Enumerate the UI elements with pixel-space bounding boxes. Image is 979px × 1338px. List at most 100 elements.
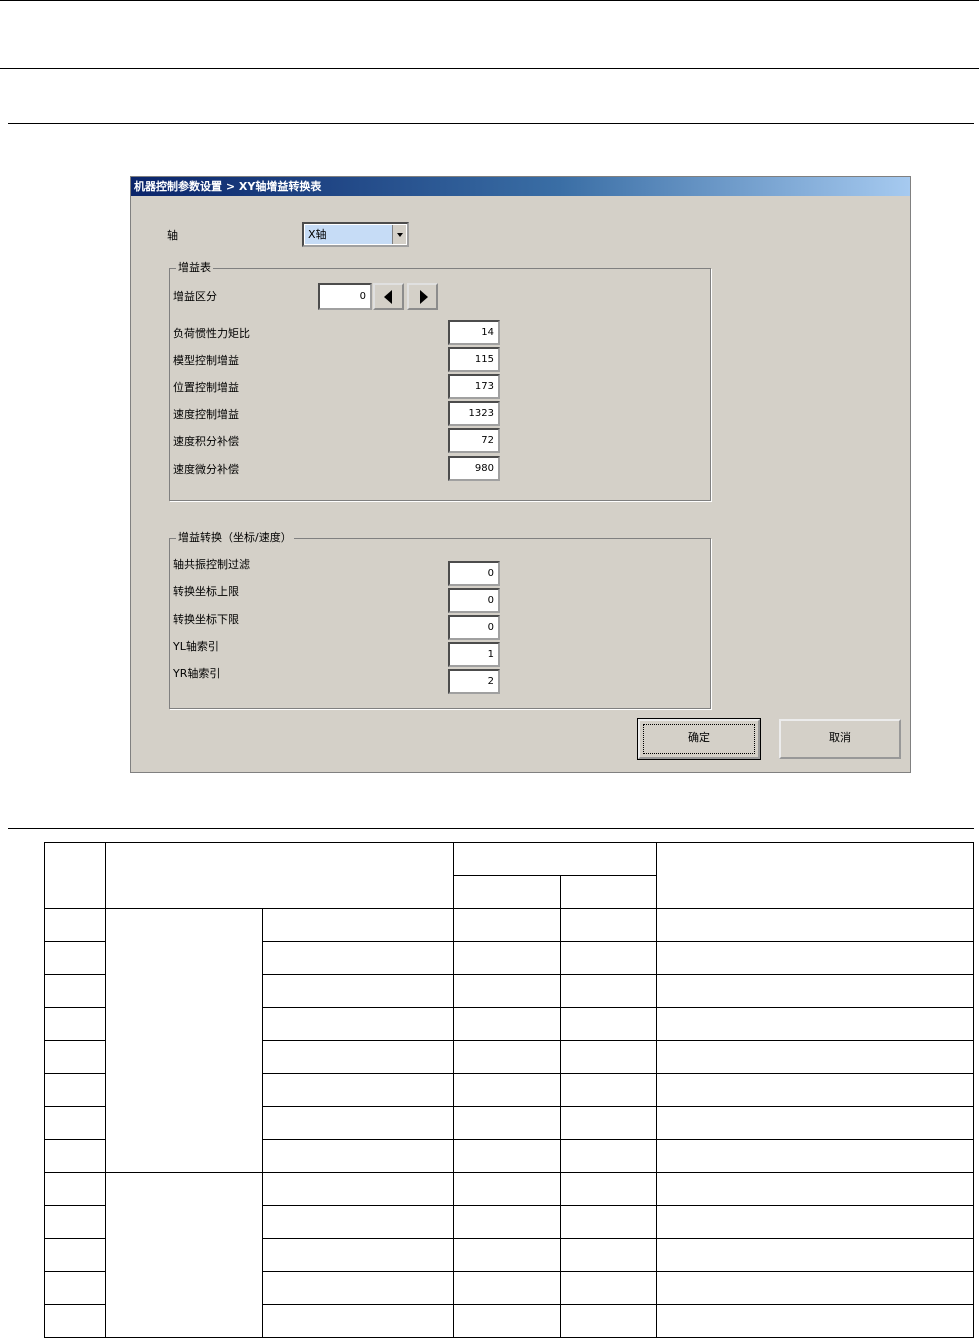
table-cell [262,1040,454,1074]
table-cell [656,941,974,975]
table-cell [656,1040,974,1074]
switch-row-label: YR轴索引 [173,667,221,680]
table-cell [656,1172,974,1206]
previous-button[interactable] [373,283,404,310]
parameter-table [44,842,974,1338]
table-cell [44,1106,106,1140]
table-cell [262,941,454,975]
table-cell [262,974,454,1008]
gain-row-label: 模型控制增益 [173,354,239,367]
section-rule [8,123,974,124]
axis-select[interactable]: X轴 [302,222,409,247]
gain-row-label: 速度控制增益 [173,408,239,421]
table-cell [453,941,561,975]
table-cell [453,1205,561,1239]
table-cell [44,1205,106,1239]
table-cell [560,974,657,1008]
group-cell [105,1172,263,1338]
table-cell [453,974,561,1008]
focus-ring [643,724,755,754]
table-cell [453,1040,561,1074]
table-cell [453,1007,561,1041]
cancel-button[interactable]: 取消 [779,719,901,759]
table-cell [560,908,657,942]
table-cell [44,1139,106,1173]
table-cell [453,1304,561,1338]
table-cell [560,1106,657,1140]
switch-row-label: 轴共振控制过滤 [173,558,250,571]
table-cell [262,1106,454,1140]
model-control-gain-input[interactable]: 115 [448,347,500,372]
table-cell [453,1073,561,1107]
top-rule [0,0,979,1]
header-cell [44,842,106,909]
ok-button[interactable]: 确定 [637,718,761,760]
table-cell [44,941,106,975]
table-cell [44,908,106,942]
table-cell [656,908,974,942]
next-button[interactable] [407,283,438,310]
gain-switch-legend: 增益转换（坐标/速度） [176,531,294,545]
table-cell [453,1139,561,1173]
gain-division-input[interactable]: 0 [318,283,372,310]
table-cell [656,1139,974,1173]
table-cell [656,1238,974,1272]
switch-coord-lower-input[interactable]: 0 [448,615,500,640]
table-cell [453,1271,561,1305]
table-cell [656,1007,974,1041]
axis-resonance-filter-input[interactable]: 0 [448,561,500,586]
table-cell [560,1172,657,1206]
table-cell [453,1238,561,1272]
table-cell [262,1271,454,1305]
table-cell [560,1040,657,1074]
chevron-down-icon[interactable] [392,225,406,244]
arrow-right-icon [420,290,428,304]
gain-table-legend: 增益表 [176,261,213,275]
header-cell [656,842,974,909]
header-cell [453,875,561,909]
table-cell [560,1007,657,1041]
header-cell [560,875,657,909]
switch-row-label: 转换坐标上限 [173,585,239,598]
table-cell [453,1106,561,1140]
table-cell [656,1073,974,1107]
table-cell [262,908,454,942]
switch-coord-upper-input[interactable]: 0 [448,588,500,613]
table-row [44,1172,974,1338]
group-cell [105,908,263,1173]
speed-control-gain-input[interactable]: 1323 [448,401,500,426]
table-cell [656,1205,974,1239]
table-cell [560,1304,657,1338]
switch-row-label: YL轴索引 [173,640,219,653]
table-cell [560,1073,657,1107]
gain-switch-group: 增益转换（坐标/速度） [169,531,711,709]
gain-row-label: 速度积分补偿 [173,435,239,448]
table-cell [453,908,561,942]
dialog-title: 机器控制参数设置 > XY轴增益转换表 [131,177,910,196]
header-rule [0,68,979,69]
table-cell [656,1106,974,1140]
table-cell [560,1271,657,1305]
table-cell [656,1271,974,1305]
yr-axis-index-input[interactable]: 2 [448,669,500,694]
speed-derivative-comp-input[interactable]: 980 [448,456,500,481]
table-cell [44,1238,106,1272]
axis-select-value: X轴 [305,225,393,244]
axis-label: 轴 [167,229,178,242]
header-cell [453,842,657,876]
table-cell [560,941,657,975]
load-inertia-ratio-input[interactable]: 14 [448,320,500,345]
table-row [44,908,974,1173]
table-cell [656,974,974,1008]
speed-integral-comp-input[interactable]: 72 [448,428,500,453]
gain-row-label: 负荷惯性力矩比 [173,327,250,340]
table-cell [560,1205,657,1239]
gain-row-label: 速度微分补偿 [173,463,239,476]
table-cell [44,1040,106,1074]
header-cell [105,842,454,909]
table-cell [262,1073,454,1107]
yl-axis-index-input[interactable]: 1 [448,642,500,667]
table-cell [262,1205,454,1239]
switch-row-label: 转换坐标下限 [173,613,239,626]
position-control-gain-input[interactable]: 173 [448,374,500,399]
